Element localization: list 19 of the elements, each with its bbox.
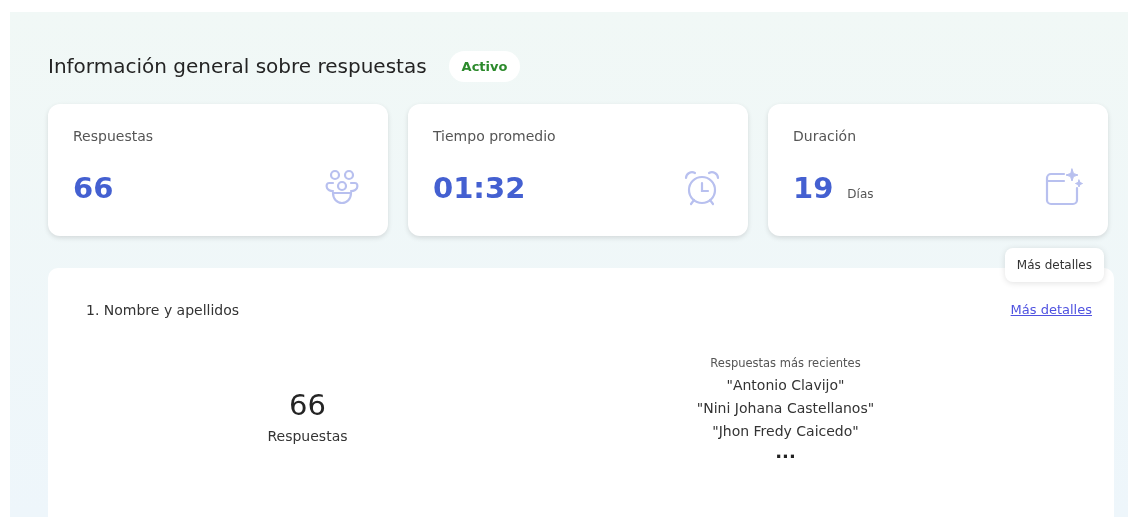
- stat-value: 01:32: [433, 171, 526, 205]
- response-count-label: Respuestas: [267, 428, 348, 444]
- recent-response: "Antonio Clavijo": [726, 377, 845, 393]
- page-title: Información general sobre respuestas: [48, 54, 427, 78]
- stat-label: Respuestas: [73, 128, 155, 144]
- more-ellipsis: ...: [775, 446, 796, 458]
- stat-value: 19: [793, 171, 834, 205]
- stat-value: 66: [73, 171, 114, 205]
- tooltip: Más detalles: [1004, 248, 1104, 282]
- details-link[interactable]: Más detalles: [1010, 302, 1092, 318]
- response-count: 66: [289, 388, 326, 422]
- stat-label: Duración: [793, 128, 857, 144]
- stat-unit: Días: [847, 187, 874, 201]
- stat-label: Tiempo promedio: [433, 128, 557, 144]
- question-title: 1. Nombre y apellidos: [86, 302, 240, 318]
- recent-response: "Nini Johana Castellanos": [696, 400, 875, 416]
- recent-heading: Respuestas más recientes: [710, 356, 861, 370]
- recent-response: "Jhon Fredy Caicedo": [712, 423, 859, 439]
- status-badge: Activo: [448, 50, 521, 82]
